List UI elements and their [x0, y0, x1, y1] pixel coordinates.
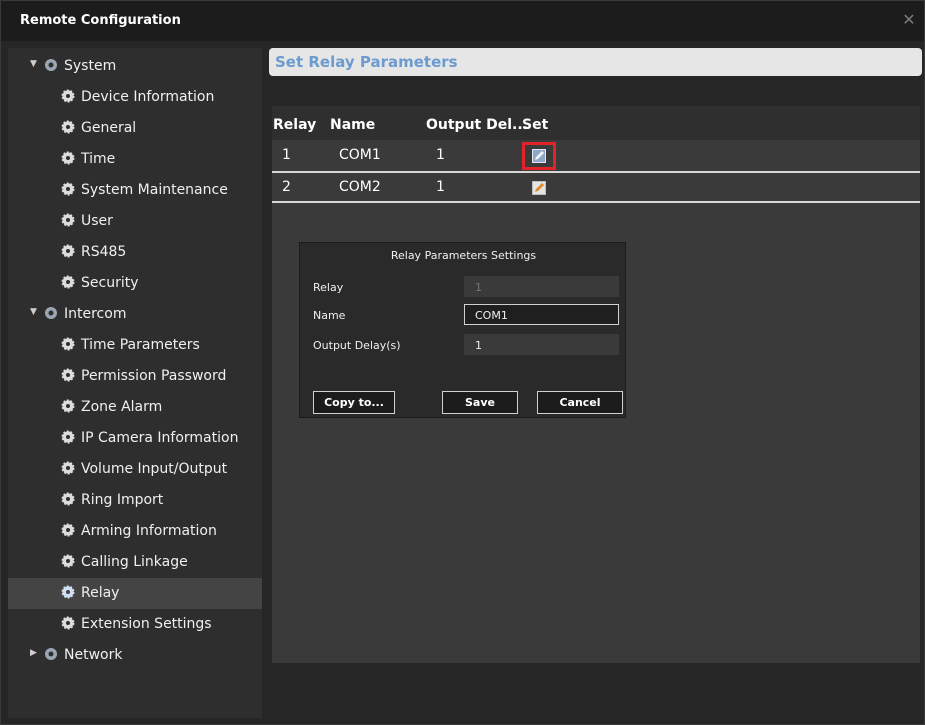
tree-group-network[interactable]: ▶ Network [8, 640, 262, 671]
edit-icon[interactable] [532, 181, 546, 195]
sidebar-item-label: Device Information [81, 89, 215, 105]
close-icon[interactable]: ✕ [900, 11, 918, 29]
gear-icon [61, 430, 75, 444]
cancel-button[interactable]: Cancel [537, 391, 623, 414]
sidebar-item-volume-input-output[interactable]: Volume Input/Output [8, 454, 262, 485]
save-button[interactable]: Save [442, 391, 518, 414]
output-delay-field[interactable]: 1 [464, 334, 619, 355]
output-delay-label: Output Delay(s) [313, 339, 401, 352]
sidebar-item-label: Ring Import [81, 492, 164, 508]
relay-field: 1 [464, 276, 619, 297]
sidebar-item-security[interactable]: Security [8, 268, 262, 299]
sidebar-item-label: IP Camera Information [81, 430, 239, 446]
relay-parameters-dialog: Relay Parameters Settings Relay 1 Name C… [299, 242, 626, 418]
highlight-box [522, 142, 556, 170]
gear-icon [61, 585, 75, 599]
gear-icon [61, 89, 75, 103]
copy-to-button[interactable]: Copy to... [313, 391, 395, 414]
sidebar-item-time[interactable]: Time [8, 144, 262, 175]
sidebar-item-rs485[interactable]: RS485 [8, 237, 262, 268]
gear-icon [61, 213, 75, 227]
cell-relay: 1 [282, 147, 291, 163]
sidebar-item-label: Permission Password [81, 368, 227, 384]
sidebar-item-label: RS485 [81, 244, 127, 260]
gear-icon [61, 461, 75, 475]
relay-label: Relay [313, 281, 344, 294]
window-title: Remote Configuration [20, 13, 181, 28]
gear-icon [61, 275, 75, 289]
tree-group-system[interactable]: ▼ System [8, 51, 262, 82]
sidebar-item-calling-linkage[interactable]: Calling Linkage [8, 547, 262, 578]
sidebar-item-zone-alarm[interactable]: Zone Alarm [8, 392, 262, 423]
sidebar-item-user[interactable]: User [8, 206, 262, 237]
sidebar-item-label: Calling Linkage [81, 554, 188, 570]
column-header-set[interactable]: Set [522, 117, 548, 133]
cell-relay: 2 [282, 179, 291, 195]
sidebar-item-label: Arming Information [81, 523, 217, 539]
sidebar-item-system-maintenance[interactable]: System Maintenance [8, 175, 262, 206]
gear-icon [61, 182, 75, 196]
gear-icon [61, 337, 75, 351]
sidebar-item-ip-camera-information[interactable]: IP Camera Information [8, 423, 262, 454]
sidebar-item-permission-password[interactable]: Permission Password [8, 361, 262, 392]
sidebar-item-label: General [81, 120, 137, 136]
sidebar-item-extension-settings[interactable]: Extension Settings [8, 609, 262, 640]
remote-configuration-window: Remote Configuration ✕ ▼ System Device I… [0, 0, 925, 725]
sidebar-item-arming-information[interactable]: Arming Information [8, 516, 262, 547]
gear-icon [61, 368, 75, 382]
column-header-output-delay[interactable]: Output Del... [426, 117, 528, 133]
sidebar-item-ring-import[interactable]: Ring Import [8, 485, 262, 516]
sidebar-item-label: User [81, 213, 113, 229]
settings-group-icon [45, 59, 57, 71]
column-header-relay[interactable]: Relay [273, 117, 316, 133]
gear-icon [61, 616, 75, 630]
tree-group-label: Network [64, 647, 123, 663]
gear-icon [61, 399, 75, 413]
sidebar-item-device-information[interactable]: Device Information [8, 82, 262, 113]
tree-group-intercom[interactable]: ▼ Intercom [8, 299, 262, 330]
gear-icon [61, 554, 75, 568]
sidebar-item-general[interactable]: General [8, 113, 262, 144]
row-divider [272, 201, 920, 203]
name-label: Name [313, 309, 346, 322]
sidebar-item-time-parameters[interactable]: Time Parameters [8, 330, 262, 361]
sidebar-item-relay[interactable]: Relay [8, 578, 262, 609]
dialog-title: Relay Parameters Settings [390, 249, 537, 262]
column-header-name[interactable]: Name [330, 117, 375, 133]
gear-icon [61, 523, 75, 537]
sidebar-item-label: Extension Settings [81, 616, 212, 632]
gear-icon [61, 244, 75, 258]
cell-output-delay: 1 [436, 147, 445, 163]
expand-arrow-icon[interactable]: ▼ [30, 307, 37, 317]
sidebar-item-label: Time Parameters [81, 337, 200, 353]
cell-output-delay: 1 [436, 179, 445, 195]
sidebar-tree: ▼ System Device Information General Time… [8, 48, 262, 718]
section-title: Set Relay Parameters [275, 53, 458, 71]
sidebar-item-label: Security [81, 275, 139, 291]
section-header: Set Relay Parameters [269, 48, 922, 76]
settings-group-icon [45, 307, 57, 319]
sidebar-item-label: Zone Alarm [81, 399, 163, 415]
name-field[interactable]: COM1 [464, 304, 619, 325]
sidebar-item-label: Volume Input/Output [81, 461, 228, 477]
cell-name: COM1 [339, 147, 381, 163]
gear-icon [61, 151, 75, 165]
tree-group-label: Intercom [64, 306, 127, 322]
sidebar-item-label: System Maintenance [81, 182, 228, 198]
tree-group-label: System [64, 58, 117, 74]
title-bar: Remote Configuration ✕ [1, 1, 924, 41]
collapse-arrow-icon[interactable]: ▶ [30, 648, 37, 658]
settings-group-icon [45, 648, 57, 660]
row-divider [272, 171, 920, 173]
gear-icon [61, 492, 75, 506]
cell-name: COM2 [339, 179, 381, 195]
gear-icon [61, 120, 75, 134]
sidebar-item-label: Time [81, 151, 116, 167]
sidebar-item-label: Relay [81, 585, 120, 601]
expand-arrow-icon[interactable]: ▼ [30, 59, 37, 69]
